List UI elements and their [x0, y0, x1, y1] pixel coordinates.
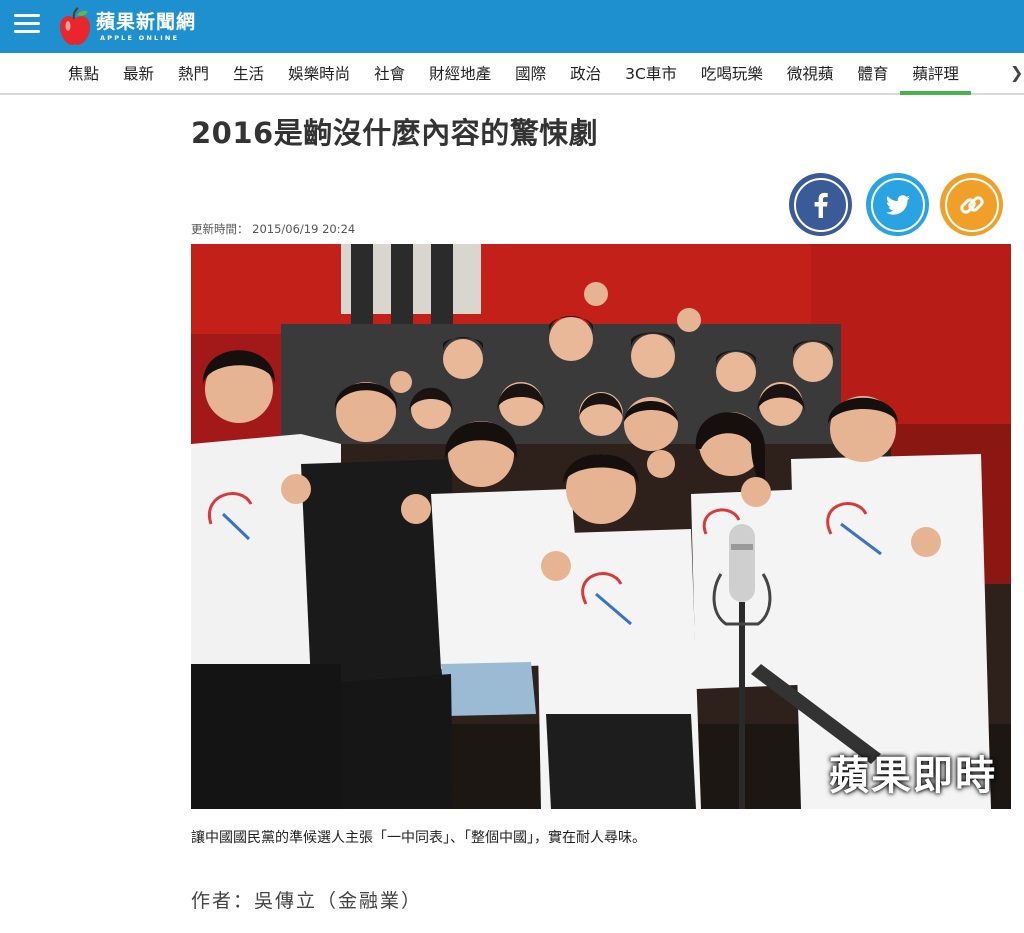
top-header: 蘋果新聞網 APPLE ONLINE: [0, 0, 1024, 53]
nav-item-3[interactable]: 生活: [221, 53, 276, 93]
twitter-icon: [885, 194, 910, 215]
nav-item-7[interactable]: 國際: [503, 53, 558, 93]
facebook-share-button[interactable]: [789, 173, 852, 236]
nav-item-10[interactable]: 吃喝玩樂: [689, 53, 775, 93]
category-nav: 焦點 最新 熱門 生活 娛樂時尚 社會 財經地產 國際 政治 3C車市 吃喝玩樂 微視蘋 體育 蘋評理 ❯: [0, 53, 1024, 95]
copy-link-button[interactable]: [940, 173, 1003, 236]
update-time: 更新時間： 2015/06/19 20:24: [191, 221, 355, 237]
twitter-share-button[interactable]: [866, 173, 929, 236]
site-logo[interactable]: 蘋果新聞網 APPLE ONLINE: [58, 4, 196, 50]
apple-logo-icon: [60, 7, 90, 45]
nav-item-1[interactable]: 最新: [111, 53, 166, 93]
nav-item-9[interactable]: 3C車市: [613, 53, 689, 93]
nav-item-11[interactable]: 微視蘋: [775, 53, 846, 93]
update-time-value: 2015/06/19 20:24: [252, 222, 356, 236]
nav-item-12[interactable]: 體育: [845, 53, 900, 93]
photo-caption: 讓中國國民黨的準候選人主張「一中同表」、「整個中國」，實在耐人尋味。: [191, 830, 646, 846]
nav-item-8[interactable]: 政治: [558, 53, 613, 93]
nav-item-0[interactable]: 焦點: [56, 53, 111, 93]
logo-wordmark: 蘋果新聞網: [96, 10, 197, 33]
nav-item-2[interactable]: 熱門: [166, 53, 221, 93]
chevron-right-icon[interactable]: ❯: [1010, 63, 1023, 82]
facebook-icon: [814, 192, 828, 218]
photo-watermark: 蘋果即時: [829, 753, 997, 799]
logo-subtitle: APPLE ONLINE: [100, 33, 180, 42]
hamburger-menu-icon[interactable]: [14, 14, 40, 38]
nav-item-13[interactable]: 蘋評理: [900, 53, 971, 95]
nav-item-5[interactable]: 社會: [362, 53, 417, 93]
update-time-label: 更新時間：: [191, 222, 249, 236]
article-author: 作者：吳傳立（金融業）: [191, 890, 423, 912]
link-icon: [959, 195, 984, 214]
nav-item-4[interactable]: 娛樂時尚: [276, 53, 362, 93]
article-photo: 蘋果即時: [191, 244, 1011, 809]
group-photo-illustration: [191, 244, 1011, 809]
nav-item-6[interactable]: 財經地產: [417, 53, 503, 93]
article-title: 2016是齣沒什麼內容的驚悚劇: [191, 116, 599, 150]
